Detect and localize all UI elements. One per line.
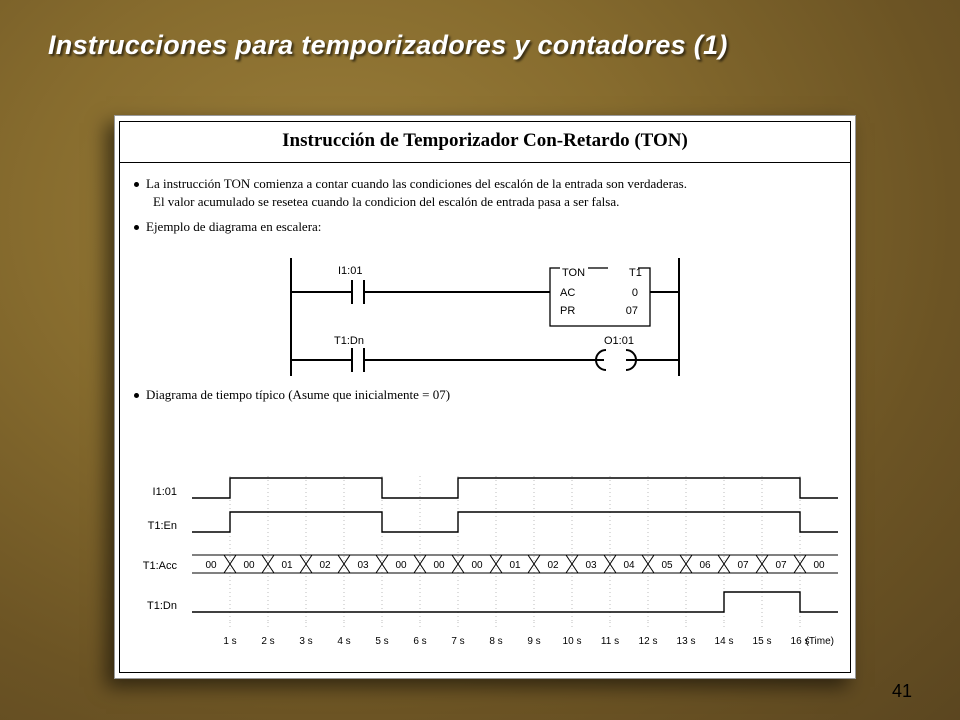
acc-value: 01 <box>281 560 293 571</box>
slide-title: Instrucciones para temporizadores y cont… <box>48 30 728 61</box>
acc-value: 06 <box>699 560 711 571</box>
time-tick: 1 s <box>223 636 236 647</box>
ladder-svg: I1:01 TON T1 AC 0 PR 07 <box>290 244 680 380</box>
timing-svg: 00 00 01 02 03 00 00 00 01 02 03 04 05 06 07 07 00 1 s 2 … <box>142 472 842 660</box>
block-tag: T1 <box>629 267 642 279</box>
block-ac-r: 0 <box>632 287 638 299</box>
time-tick: 2 s <box>261 636 274 647</box>
time-tick: 4 s <box>337 636 350 647</box>
block-title: TON <box>562 267 585 279</box>
acc-value: 02 <box>547 560 559 571</box>
acc-value: 02 <box>319 560 331 571</box>
acc-value: 03 <box>585 560 597 571</box>
page-number: 41 <box>892 681 912 702</box>
content-card: Instrucción de Temporizador Con-Retardo … <box>114 115 856 679</box>
acc-value: 00 <box>433 560 445 571</box>
acc-value: 00 <box>471 560 483 571</box>
bullet-3: Diagrama de tiempo típico (Asume que ini… <box>134 386 836 404</box>
coil-label: O1:01 <box>604 335 634 347</box>
acc-value: 07 <box>737 560 749 571</box>
time-tick: 3 s <box>299 636 312 647</box>
acc-value: 00 <box>395 560 407 571</box>
time-tick: 5 s <box>375 636 388 647</box>
time-tick: 8 s <box>489 636 502 647</box>
bullet-1-line1: La instrucción TON comienza a contar cua… <box>146 176 687 191</box>
acc-value: 00 <box>813 560 825 571</box>
time-tick: 11 s <box>601 636 619 647</box>
time-tick: 9 s <box>527 636 540 647</box>
acc-value: 05 <box>661 560 673 571</box>
time-tick: 14 s <box>715 636 734 647</box>
block-pr-r: 07 <box>626 305 638 317</box>
contact1-label: I1:01 <box>338 265 362 277</box>
timing-diagram: I1:01 T1:En T1:Acc T1:Dn 000001020300000… <box>132 472 838 662</box>
time-tick: 7 s <box>451 636 464 647</box>
time-tick: 15 s <box>753 636 772 647</box>
bullet-1: La instrucción TON comienza a contar cua… <box>134 175 836 210</box>
time-tick: 13 s <box>677 636 696 647</box>
card-heading: Instrucción de Temporizador Con-Retardo … <box>282 130 688 151</box>
bullet-2: Ejemplo de diagrama en escalera: <box>134 218 836 236</box>
block-ac-l: AC <box>560 287 575 299</box>
time-tick: 6 s <box>413 636 426 647</box>
acc-value: 07 <box>775 560 787 571</box>
contact2-label: T1:Dn <box>334 335 364 347</box>
acc-value: 00 <box>205 560 217 571</box>
axis-label: (Time) <box>805 636 834 647</box>
time-tick: 10 s <box>563 636 582 647</box>
acc-value: 04 <box>623 560 635 571</box>
card-heading-bar: Instrucción de Temporizador Con-Retardo … <box>120 122 850 163</box>
acc-value: 00 <box>243 560 255 571</box>
bullet-1-line2: El valor acumulado se resetea cuando la … <box>146 193 836 211</box>
block-pr-l: PR <box>560 305 575 317</box>
ladder-diagram: I1:01 TON T1 AC 0 PR 07 <box>290 244 680 380</box>
acc-value: 01 <box>509 560 521 571</box>
time-tick: 12 s <box>639 636 658 647</box>
acc-value: 03 <box>357 560 369 571</box>
